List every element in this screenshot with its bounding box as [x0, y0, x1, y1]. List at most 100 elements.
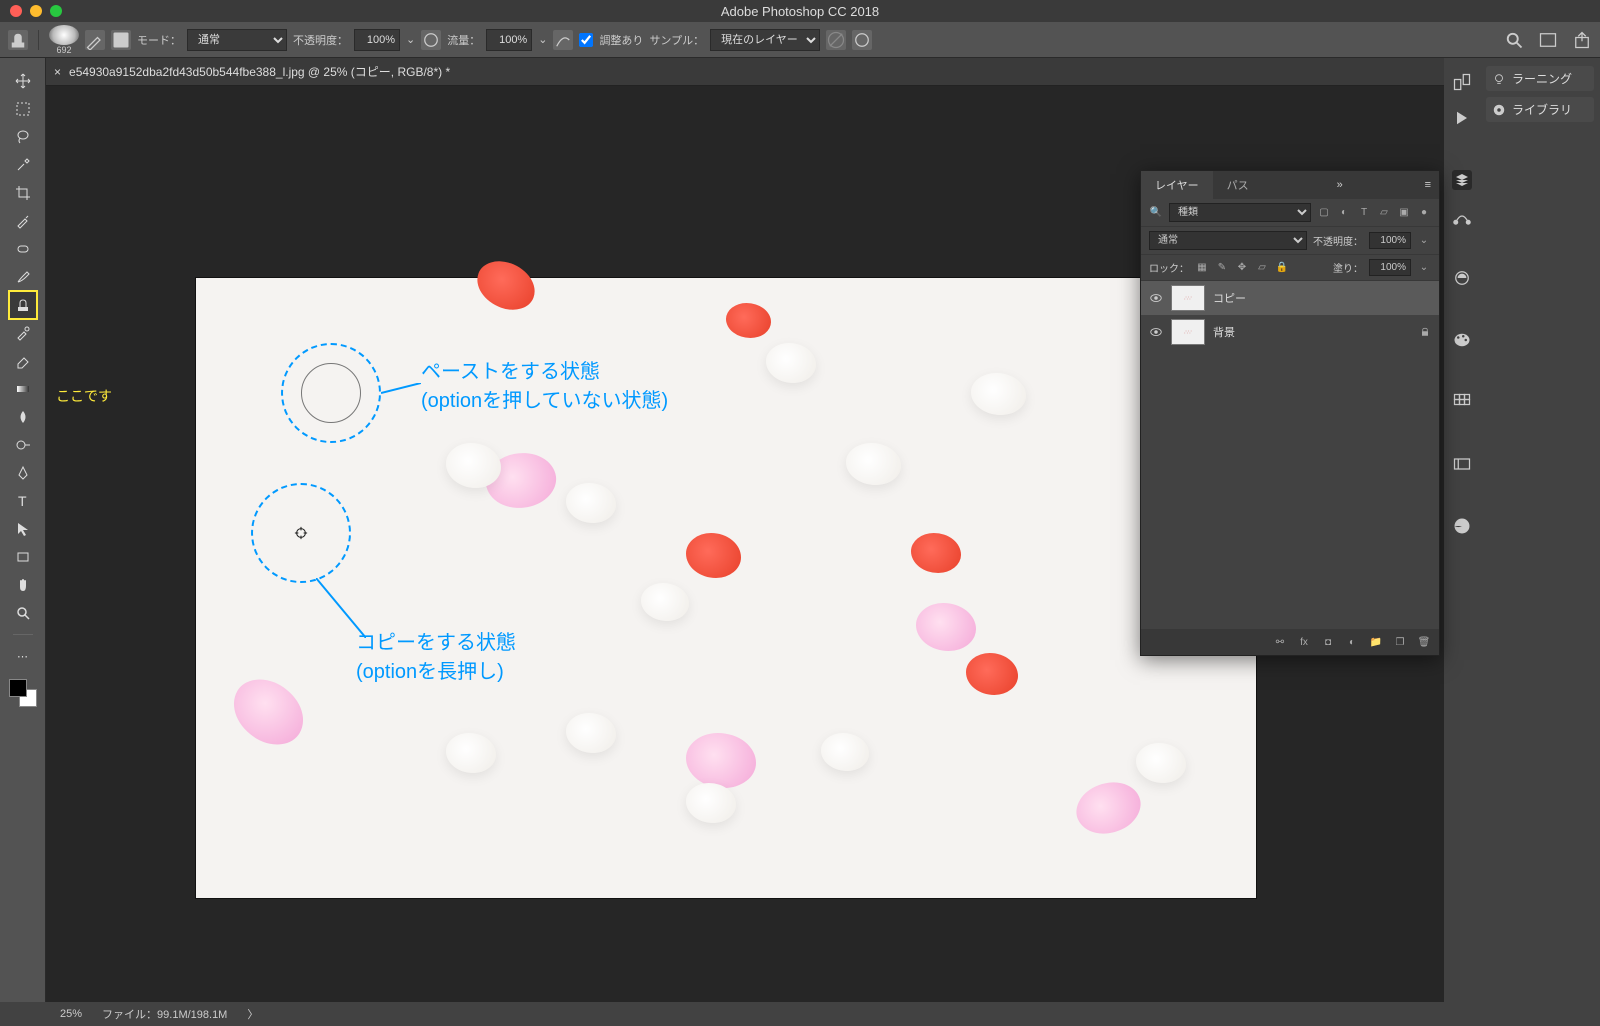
- adjustments-panel-icon[interactable]: [1452, 268, 1472, 288]
- lock-position-icon[interactable]: ✥: [1235, 261, 1249, 275]
- history-brush-tool[interactable]: [10, 320, 36, 346]
- hand-tool[interactable]: [10, 572, 36, 598]
- lock-pixels-icon[interactable]: ✎: [1215, 261, 1229, 275]
- delete-layer-icon[interactable]: 🗑: [1417, 635, 1431, 649]
- brush-preset-picker[interactable]: 692: [49, 25, 79, 55]
- quick-selection-tool[interactable]: [10, 152, 36, 178]
- lasso-tool[interactable]: [10, 124, 36, 150]
- visibility-eye-icon[interactable]: [1149, 325, 1163, 339]
- lock-transparency-icon[interactable]: ▦: [1195, 261, 1209, 275]
- filter-adjustment-icon[interactable]: ◐: [1337, 206, 1351, 220]
- layer-item[interactable]: ∴∵ コピー: [1141, 281, 1439, 315]
- learning-tab[interactable]: ラーニング: [1486, 66, 1594, 91]
- share-icon[interactable]: [1572, 30, 1592, 50]
- text-tool[interactable]: T: [10, 488, 36, 514]
- layer-thumbnail[interactable]: ∴∵: [1171, 285, 1205, 311]
- filter-shape-icon[interactable]: ▱: [1377, 206, 1391, 220]
- brush-tool[interactable]: [10, 264, 36, 290]
- layer-thumbnail[interactable]: ∴∵: [1171, 319, 1205, 345]
- blur-tool[interactable]: [10, 404, 36, 430]
- new-layer-icon[interactable]: ❐: [1393, 635, 1407, 649]
- file-size-status[interactable]: ファイル：99.1M/198.1M: [102, 1006, 227, 1022]
- flow-dropdown-icon[interactable]: ⌄: [538, 33, 547, 46]
- filter-search-icon[interactable]: 🔍: [1149, 206, 1163, 220]
- filter-type-icon[interactable]: T: [1357, 206, 1371, 220]
- aligned-label: 調整あり: [599, 32, 643, 48]
- marquee-tool[interactable]: [10, 96, 36, 122]
- libraries-tab[interactable]: ライブラリ: [1486, 97, 1594, 122]
- canvas[interactable]: ペーストをする状態 (optionを押していない状態) コピーをする状態 (op…: [196, 278, 1256, 898]
- arrange-documents-icon[interactable]: [1538, 30, 1558, 50]
- layers-panel-icon[interactable]: [1452, 170, 1472, 190]
- zoom-tool[interactable]: [10, 600, 36, 626]
- document-tab[interactable]: × e54930a9152dba2fd43d50b544fbe388_l.jpg…: [54, 63, 450, 80]
- callout-label: ここです: [56, 386, 112, 406]
- pressure-size-icon[interactable]: [852, 30, 872, 50]
- layer-name[interactable]: 背景: [1213, 324, 1411, 340]
- layers-tab[interactable]: レイヤー: [1141, 171, 1213, 199]
- move-tool[interactable]: [10, 68, 36, 94]
- lock-artboard-icon[interactable]: ▱: [1255, 261, 1269, 275]
- brush-panel-icon[interactable]: [111, 30, 131, 50]
- copy-annotation: コピーをする状態 (optionを長押し): [356, 626, 516, 684]
- filter-smart-icon[interactable]: ▣: [1397, 206, 1411, 220]
- pen-tool[interactable]: [10, 460, 36, 486]
- layer-name[interactable]: コピー: [1213, 290, 1431, 306]
- paths-panel-icon[interactable]: [1452, 206, 1472, 226]
- layer-filter-kind[interactable]: 種類: [1169, 203, 1311, 222]
- layer-fill-input[interactable]: [1369, 259, 1411, 276]
- close-tab-icon[interactable]: ×: [54, 65, 61, 79]
- paths-tab[interactable]: パス: [1213, 171, 1263, 199]
- zoom-window-icon[interactable]: [50, 5, 62, 17]
- pressure-opacity-icon[interactable]: [421, 30, 441, 50]
- layer-blend-mode[interactable]: 通常: [1149, 231, 1307, 250]
- fill-dropdown-icon[interactable]: ⌄: [1417, 261, 1431, 275]
- opacity-input[interactable]: [354, 29, 400, 51]
- lock-all-icon[interactable]: 🔒: [1275, 261, 1289, 275]
- status-chevron-icon[interactable]: 〉: [247, 1006, 258, 1022]
- filter-toggle-icon[interactable]: ●: [1417, 206, 1431, 220]
- opacity-dropdown-icon[interactable]: ⌄: [406, 33, 415, 46]
- eraser-tool[interactable]: [10, 348, 36, 374]
- foreground-background-swatch[interactable]: [9, 679, 37, 707]
- brush-settings-panel-icon[interactable]: [1452, 454, 1472, 474]
- layer-group-icon[interactable]: 📁: [1369, 635, 1383, 649]
- layer-item[interactable]: ∴∵ 背景: [1141, 315, 1439, 349]
- layer-opacity-input[interactable]: [1369, 232, 1411, 249]
- dodge-tool[interactable]: [10, 432, 36, 458]
- aligned-checkbox[interactable]: [579, 33, 593, 47]
- close-window-icon[interactable]: [10, 5, 22, 17]
- ignore-adjustment-icon[interactable]: [826, 30, 846, 50]
- healing-brush-tool[interactable]: [10, 236, 36, 262]
- airbrush-icon[interactable]: [553, 30, 573, 50]
- clone-source-panel-icon[interactable]: [1452, 72, 1472, 92]
- panel-collapse-icon[interactable]: »: [1329, 171, 1351, 199]
- filter-pixel-icon[interactable]: ▢: [1317, 206, 1331, 220]
- flow-input[interactable]: [486, 29, 532, 51]
- visibility-eye-icon[interactable]: [1149, 291, 1163, 305]
- layer-effects-icon[interactable]: fx: [1297, 635, 1311, 649]
- adjustment-layer-icon[interactable]: ◐: [1345, 635, 1359, 649]
- actions-panel-icon[interactable]: [1452, 108, 1472, 128]
- clone-stamp-tool-icon[interactable]: [8, 30, 28, 50]
- link-layers-icon[interactable]: ⚯: [1273, 635, 1287, 649]
- properties-panel-icon[interactable]: [1452, 516, 1472, 536]
- zoom-level[interactable]: 25%: [60, 1008, 82, 1020]
- path-selection-tool[interactable]: [10, 516, 36, 542]
- rectangle-tool[interactable]: [10, 544, 36, 570]
- sample-select[interactable]: 現在のレイヤー: [710, 29, 820, 51]
- layer-mask-icon[interactable]: ◘: [1321, 635, 1335, 649]
- edit-toolbar-icon[interactable]: ⋯: [10, 643, 36, 669]
- blend-mode-select[interactable]: 通常: [187, 29, 287, 51]
- swatches-panel-icon[interactable]: [1452, 392, 1472, 412]
- color-panel-icon[interactable]: [1452, 330, 1472, 350]
- panel-menu-icon[interactable]: ≡: [1417, 171, 1439, 199]
- brush-settings-icon[interactable]: [85, 30, 105, 50]
- minimize-window-icon[interactable]: [30, 5, 42, 17]
- clone-stamp-tool[interactable]: [10, 292, 36, 318]
- crop-tool[interactable]: [10, 180, 36, 206]
- gradient-tool[interactable]: [10, 376, 36, 402]
- eyedropper-tool[interactable]: [10, 208, 36, 234]
- search-icon[interactable]: [1504, 30, 1524, 50]
- opacity-dropdown-icon[interactable]: ⌄: [1417, 234, 1431, 248]
